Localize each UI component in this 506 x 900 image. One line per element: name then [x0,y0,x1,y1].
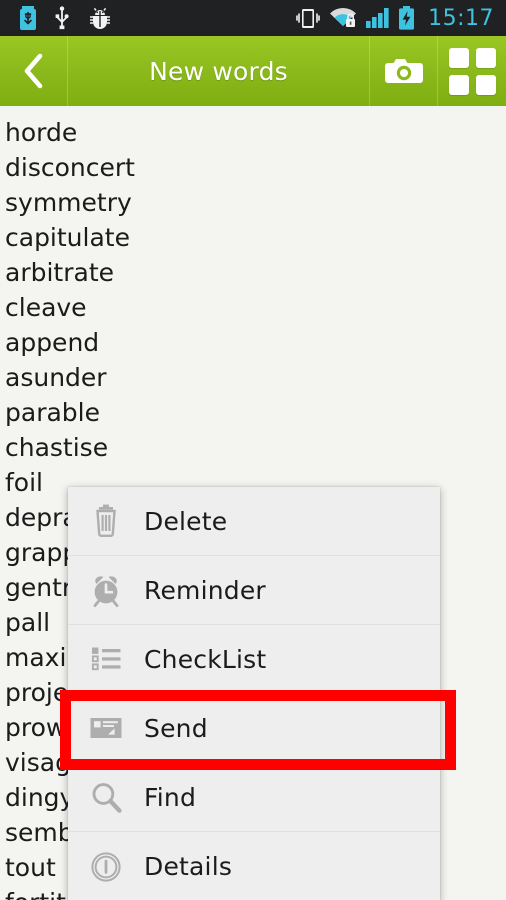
list-item[interactable]: chastise [0,430,506,465]
info-circle-icon [68,847,144,887]
trash-icon [68,501,144,541]
list-item[interactable]: horde [0,115,506,150]
page-title: New words [149,56,288,86]
menu-item-send[interactable]: Send [68,694,440,763]
battery-usb-icon [20,6,36,30]
menu-item-details[interactable]: Details [68,832,440,900]
menu-item-label: Reminder [144,575,266,605]
title-container: New words [68,36,370,106]
grid-view-button[interactable] [438,36,506,106]
menu-item-checklist[interactable]: CheckList [68,625,440,694]
wifi-secured-icon [328,6,358,30]
menu-item-label: Send [144,713,208,743]
status-bar-clock: 15:17 [428,5,494,31]
camera-button[interactable] [370,36,438,106]
chevron-left-icon [20,51,48,91]
alarm-clock-icon [68,570,144,610]
list-item[interactable]: parable [0,395,506,430]
list-item[interactable]: arbitrate [0,255,506,290]
cellular-signal-icon [365,6,391,30]
status-bar: 15:17 [0,0,506,36]
status-bar-left-icons [0,6,112,30]
vibrate-phone-icon [295,6,321,30]
list-item[interactable]: append [0,325,506,360]
camera-icon [382,54,426,88]
list-item[interactable]: capitulate [0,220,506,255]
menu-item-label: Details [144,852,233,881]
list-item[interactable]: disconcert [0,150,506,185]
grid-icon [448,47,496,95]
menu-item-delete[interactable]: Delete [68,487,440,556]
search-icon [68,777,144,817]
context-menu[interactable]: Delete Reminder CheckList Send Find Details [68,487,440,900]
list-item[interactable]: symmetry [0,185,506,220]
send-image-icon [68,708,144,748]
menu-item-label: CheckList [144,644,267,674]
battery-charging-icon [398,6,415,30]
usb-icon [54,6,70,30]
android-debug-bug-icon [88,7,112,29]
phone-screen: 15:17 New words horde disconcert symmetr… [0,0,506,900]
checklist-icon [68,639,144,679]
list-item[interactable]: cleave [0,290,506,325]
back-button[interactable] [0,36,68,106]
menu-item-label: Find [144,782,197,812]
menu-item-label: Delete [144,506,228,536]
menu-item-reminder[interactable]: Reminder [68,556,440,625]
action-bar: New words [0,36,506,106]
menu-item-find[interactable]: Find [68,763,440,832]
list-item[interactable]: asunder [0,360,506,395]
status-bar-right-icons: 15:17 [295,6,506,31]
